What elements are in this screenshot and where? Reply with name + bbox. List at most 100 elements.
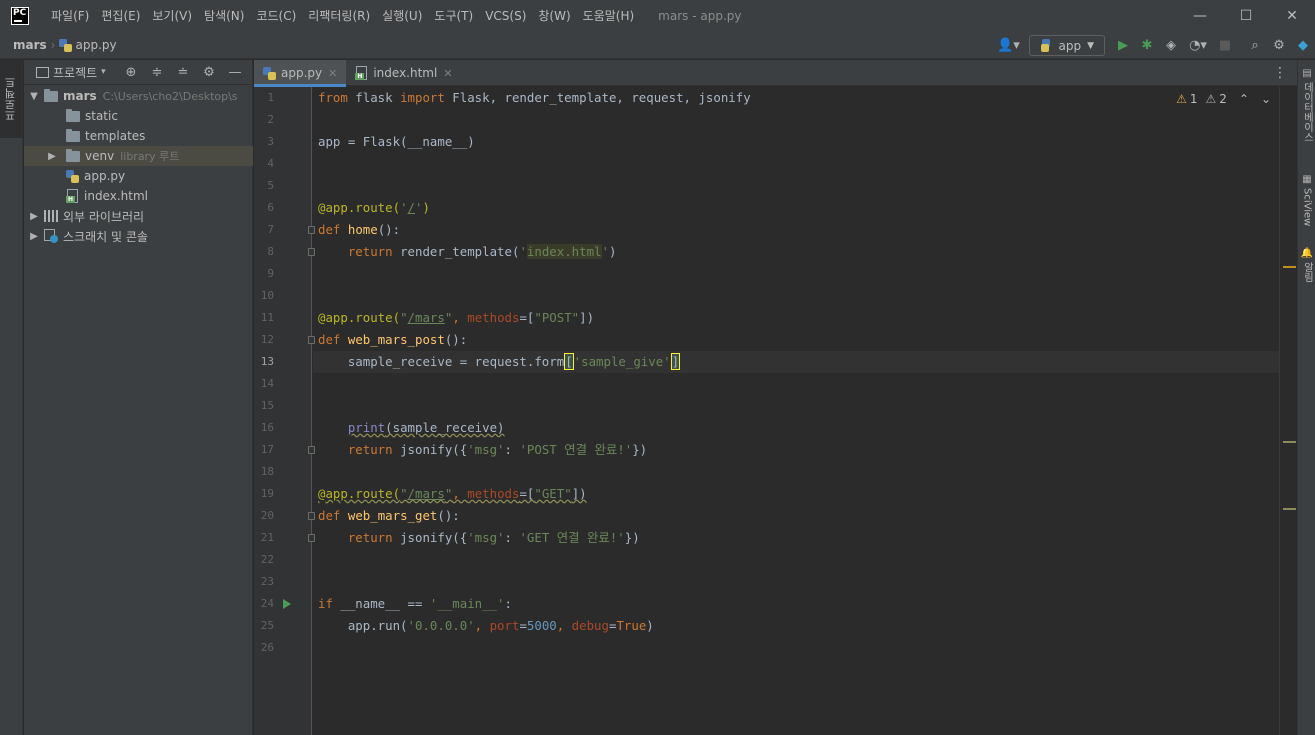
fold-marker-icon[interactable] [308,534,315,542]
menu-navigate[interactable]: 탐색(N) [198,0,250,32]
code-line[interactable]: app = Flask(__name__) [318,131,475,153]
database-tool-tab[interactable]: ▤ 데이터베이스 [1298,68,1315,142]
error-stripe[interactable] [1279,87,1297,735]
previous-highlight-icon[interactable]: ⌃ [1239,92,1249,106]
weak-warning-marker[interactable] [1283,508,1296,510]
breadcrumb-file[interactable]: app.py [75,38,116,52]
html-file-icon: H [355,66,368,80]
sciview-tool-tab[interactable]: ▦ SciView [1298,174,1315,226]
weak-warning-icon: ⚠ [1205,92,1217,106]
code-line[interactable]: return render_template('index.html') [318,241,616,263]
code-line[interactable]: @app.route('/') [318,197,430,219]
tab-app-py[interactable]: app.py ✕ [254,60,347,87]
tree-item-external-libraries[interactable]: ▶ 외부 라이브러리 [24,206,253,226]
line-number: 24 [260,597,274,610]
maximize-button[interactable]: ☐ [1223,0,1269,32]
weak-warning-marker[interactable] [1283,441,1296,443]
code-line[interactable]: @app.route("/mars", methods=["GET"]) [318,483,587,505]
code-line[interactable]: def web_mars_get(): [318,505,460,527]
menu-help[interactable]: 도움말(H) [577,0,641,32]
chevron-down-icon[interactable]: ▼ [28,91,40,102]
fold-marker-icon[interactable] [308,336,315,344]
code-line[interactable]: sample_receive = request.form['sample_gi… [318,351,681,373]
search-icon[interactable]: ⌕ [1243,34,1267,58]
code-with-me-icon[interactable]: ◆ [1291,34,1315,58]
line-number: 9 [267,267,274,280]
settings-gear-icon[interactable]: ⚙ [196,65,222,80]
tree-item-mars[interactable]: ▼ mars C:\Users\cho2\Desktop\s [24,86,253,106]
menu-edit[interactable]: 편집(E) [95,0,146,32]
tree-item-label: index.html [84,189,148,203]
folder-icon [66,128,80,142]
minimize-button[interactable]: — [1177,0,1223,32]
close-tab-icon[interactable]: ✕ [443,67,452,80]
notifications-tool-tab[interactable]: 🔔 알림 [1298,248,1315,282]
warning-count[interactable]: ⚠ 1 [1176,92,1197,106]
inspection-widget[interactable]: ⚠ 1 ⚠ 2 ⌃ ⌄ [1168,87,1271,111]
line-number: 15 [260,399,274,412]
stop-icon[interactable]: ■ [1213,34,1237,58]
collapse-all-icon[interactable]: ≐ [170,65,196,80]
fold-marker-icon[interactable] [308,226,315,234]
tree-item-app-py[interactable]: app.py [24,166,253,186]
profile-icon[interactable]: ◔▾ [1183,34,1213,58]
right-tool-stripe: ▤ 데이터베이스 ▦ SciView 🔔 알림 [1297,60,1315,735]
menu-vcs[interactable]: VCS(S) [479,0,532,32]
run-icon[interactable]: ▶ [1111,34,1135,58]
python-file-icon [59,38,73,52]
code-line[interactable]: def home(): [318,219,400,241]
expand-all-icon[interactable]: ≑ [144,65,170,80]
main-menu: 파일(F) 편집(E) 보기(V) 탐색(N) 코드(C) 리팩터링(R) 실행… [45,0,640,32]
user-account-icon[interactable]: 👤▾ [993,34,1023,58]
line-number: 5 [267,179,274,192]
chevron-right-icon[interactable]: ▶ [46,151,58,162]
weak-warning-count[interactable]: ⚠ 2 [1205,92,1226,106]
menu-view[interactable]: 보기(V) [146,0,198,32]
menu-file[interactable]: 파일(F) [45,0,95,32]
folder-icon [66,148,80,162]
project-panel-title[interactable]: 프로젝트 [53,64,97,81]
code-line[interactable]: app.run('0.0.0.0', port=5000, debug=True… [318,615,654,637]
fold-marker-icon[interactable] [308,248,315,256]
code-line[interactable]: @app.route("/mars", methods=["POST"]) [318,307,594,329]
tree-item-label: 스크래치 및 콘솔 [63,229,148,244]
menu-refactor[interactable]: 리팩터링(R) [302,0,376,32]
chevron-right-icon[interactable]: ▶ [28,231,40,242]
settings-gear-icon[interactable]: ⚙ [1267,34,1291,58]
fold-marker-icon[interactable] [308,512,315,520]
tree-item-static[interactable]: static [24,106,253,126]
code-line[interactable]: def web_mars_post(): [318,329,467,351]
run-gutter-icon[interactable] [283,599,291,609]
fold-marker-icon[interactable] [308,446,315,454]
menu-window[interactable]: 창(W) [532,0,576,32]
line-number: 6 [267,201,274,214]
more-tabs-icon[interactable]: ⋮ [1273,60,1287,86]
menu-tools[interactable]: 도구(T) [428,0,479,32]
tree-item-templates[interactable]: templates [24,126,253,146]
locate-file-icon[interactable]: ⊕ [118,65,144,80]
code-line[interactable]: if __name__ == '__main__': [318,593,512,615]
tree-item-venv[interactable]: ▶ venv library 루트 [24,146,253,166]
hide-panel-icon[interactable]: — [222,65,248,80]
tree-item-index-html[interactable]: H index.html [24,186,253,206]
tab-index-html[interactable]: H index.html ✕ [346,60,461,86]
next-highlight-icon[interactable]: ⌄ [1261,92,1271,106]
code-line[interactable]: return jsonify({'msg': 'POST 연결 완료!'}) [318,439,647,461]
code-line[interactable]: return jsonify({'msg': 'GET 연결 완료!'}) [318,527,640,549]
coverage-icon[interactable]: ◈ [1159,34,1183,58]
close-window-button[interactable]: ✕ [1269,0,1315,32]
chevron-right-icon[interactable]: ▶ [28,211,40,222]
code-editor[interactable]: 1 2 3 4 5 6 7 8 9 10 11 12 13 14 15 16 17 18 19 20 21 22 23 24 2… [254,87,1279,735]
chevron-down-icon[interactable]: ▾ [101,67,106,77]
menu-run[interactable]: 실행(U) [376,0,428,32]
run-configuration-selector[interactable]: app ▼ [1029,35,1105,56]
tree-item-scratches[interactable]: ▶ 스크래치 및 콘솔 [24,226,253,246]
project-tool-tab[interactable]: 프로젝트 [0,60,22,138]
close-tab-icon[interactable]: ✕ [328,67,337,80]
breadcrumb-project[interactable]: mars [13,38,47,52]
warning-marker[interactable] [1283,266,1296,268]
debug-icon[interactable]: ✱ [1135,34,1159,58]
menu-code[interactable]: 코드(C) [250,0,302,32]
code-line[interactable]: from flask import Flask, render_template… [318,87,751,109]
code-line[interactable]: print(sample_receive) [318,417,505,439]
